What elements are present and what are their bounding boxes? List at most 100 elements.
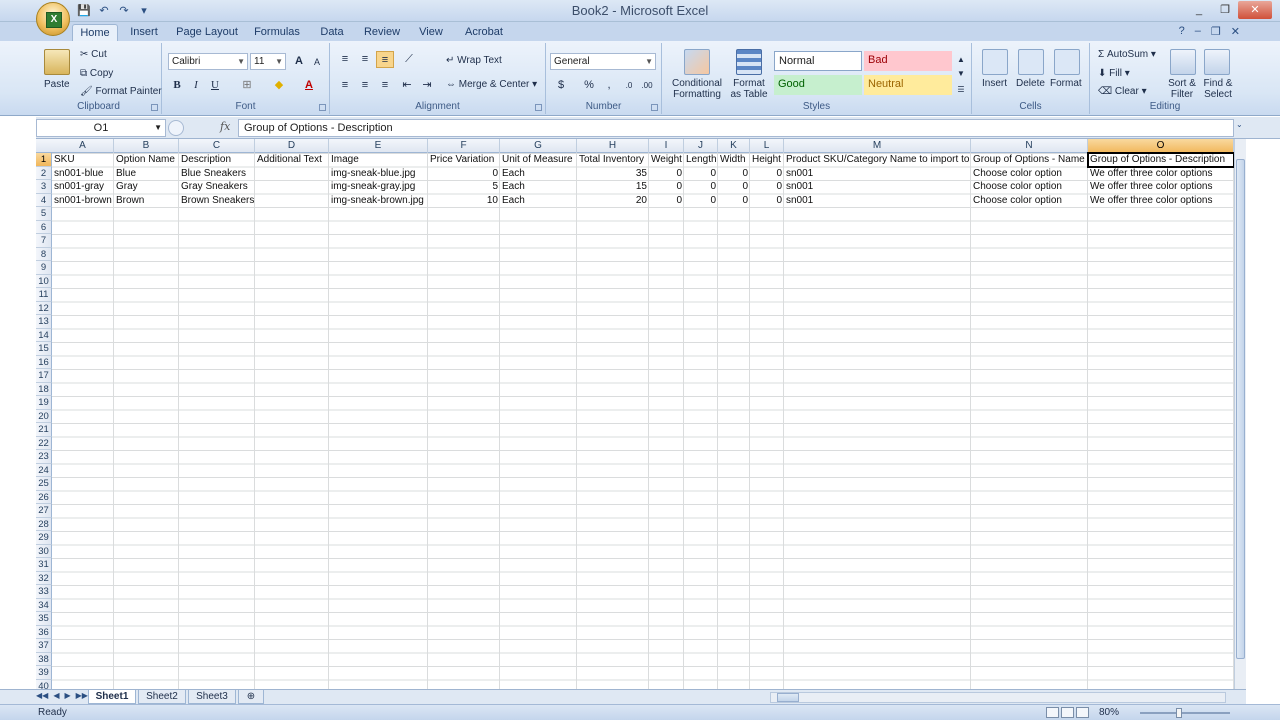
horizontal-scrollbar[interactable] [770, 692, 1226, 703]
tab-data[interactable]: Data [316, 24, 348, 42]
row-header[interactable]: 25 [36, 477, 52, 491]
insert-sheet-icon[interactable]: ⊕ [238, 690, 264, 704]
row-header[interactable]: 38 [36, 652, 52, 666]
tab-acrobat[interactable]: Acrobat [462, 24, 506, 42]
delete-cells-button[interactable]: Delete [1016, 78, 1045, 89]
row-header[interactable]: 7 [36, 234, 52, 248]
table-cell[interactable]: Gray [114, 180, 179, 194]
conditional-formatting-icon[interactable] [684, 49, 710, 75]
header-cell[interactable]: Product SKU/Category Name to import to [784, 153, 971, 167]
underline-button[interactable]: U [206, 77, 224, 94]
row-header[interactable]: 40 [36, 679, 52, 689]
number-format-select[interactable]: General ▼ [550, 53, 656, 70]
table-cell[interactable]: sn001-blue [52, 167, 114, 181]
formula-input[interactable]: Group of Options - Description [238, 119, 1234, 137]
insert-cells-icon[interactable] [982, 49, 1008, 75]
header-cell[interactable]: Option Name [114, 153, 179, 167]
row-header[interactable]: 28 [36, 517, 52, 531]
comma-button[interactable]: , [600, 77, 618, 94]
name-box[interactable]: O1 ▼ [36, 119, 166, 137]
table-cell[interactable]: 0 [428, 167, 500, 181]
header-cell[interactable]: Length [684, 153, 718, 167]
column-header[interactable]: M [784, 139, 971, 153]
expand-formula-bar-icon[interactable]: ⌄ [1236, 120, 1243, 129]
table-cell[interactable]: Each [500, 180, 577, 194]
horizontal-scroll-thumb[interactable] [777, 693, 799, 702]
clipboard-dialog-launcher[interactable] [151, 104, 158, 111]
row-header[interactable]: 18 [36, 382, 52, 396]
table-cell[interactable]: img-sneak-gray.jpg [329, 180, 428, 194]
row-header[interactable]: 31 [36, 558, 52, 572]
row-header[interactable]: 35 [36, 612, 52, 626]
binoculars-icon[interactable] [1204, 49, 1230, 75]
shrink-font-button[interactable]: A [308, 54, 326, 71]
row-header[interactable]: 8 [36, 247, 52, 261]
table-cell[interactable]: sn001 [784, 194, 971, 208]
table-cell[interactable]: 0 [718, 180, 750, 194]
table-cell[interactable]: sn001 [784, 180, 971, 194]
table-cell[interactable]: 10 [428, 194, 500, 208]
tab-home[interactable]: Home [72, 24, 118, 42]
table-cell[interactable]: 0 [649, 167, 684, 181]
align-middle-icon[interactable]: ≡ [356, 51, 374, 68]
decrease-indent-icon[interactable]: ⇤ [398, 77, 416, 94]
vertical-scrollbar[interactable] [1234, 139, 1246, 689]
table-cell[interactable]: 0 [684, 167, 718, 181]
header-cell[interactable]: Group of Options - Name [971, 153, 1088, 167]
header-cell[interactable]: Width [718, 153, 750, 167]
table-cell[interactable]: 0 [684, 180, 718, 194]
orientation-icon[interactable]: ⟋ [400, 51, 418, 68]
row-header[interactable]: 10 [36, 274, 52, 288]
format-painter-button[interactable]: 🖌 Format Painter [80, 86, 162, 97]
tab-insert[interactable]: Insert [126, 24, 162, 42]
table-cell[interactable]: We offer three color options [1088, 180, 1234, 194]
table-cell[interactable]: We offer three color options [1088, 167, 1234, 181]
close-button[interactable]: ✕ [1238, 1, 1272, 19]
page-layout-view-icon[interactable] [1061, 707, 1074, 718]
column-header[interactable]: H [577, 139, 649, 153]
copy-button[interactable]: ⧉ Copy [80, 68, 113, 79]
format-cells-icon[interactable] [1054, 49, 1080, 75]
font-size-select[interactable]: 11 ▼ [250, 53, 286, 70]
number-dialog-launcher[interactable] [651, 104, 658, 111]
alignment-dialog-launcher[interactable] [535, 104, 542, 111]
conditional-formatting-button[interactable]: Conditional Formatting [668, 78, 726, 100]
zoom-slider[interactable] [1140, 712, 1230, 714]
sheet-tab-3[interactable]: Sheet3 [188, 690, 236, 704]
row-header[interactable]: 39 [36, 666, 52, 680]
formula-bar-toggle-icon[interactable] [168, 120, 184, 136]
italic-button[interactable]: I [187, 77, 205, 94]
tab-page-layout[interactable]: Page Layout [176, 24, 238, 42]
table-cell[interactable]: img-sneak-brown.jpg [329, 194, 428, 208]
table-cell[interactable]: 35 [577, 167, 649, 181]
style-bad[interactable]: Bad [864, 51, 952, 71]
table-cell[interactable]: sn001 [784, 167, 971, 181]
align-top-icon[interactable]: ≡ [336, 51, 354, 68]
align-bottom-icon[interactable]: ≡ [376, 51, 394, 68]
ribbon-restore-icon[interactable]: ❐ [1211, 25, 1221, 38]
font-color-icon[interactable]: A [300, 77, 318, 94]
align-center-icon[interactable]: ≡ [356, 77, 374, 94]
vertical-scroll-thumb[interactable] [1236, 159, 1245, 659]
column-header[interactable]: N [971, 139, 1088, 153]
row-header[interactable]: 5 [36, 207, 52, 221]
sort-filter-button[interactable]: Sort & Filter [1164, 78, 1200, 100]
format-as-table-button[interactable]: Format as Table [728, 78, 770, 100]
font-dialog-launcher[interactable] [319, 104, 326, 111]
row-header[interactable]: 37 [36, 639, 52, 653]
borders-icon[interactable]: ⊞ [238, 77, 256, 94]
row-header[interactable]: 13 [36, 315, 52, 329]
table-cell[interactable]: 0 [649, 180, 684, 194]
style-good[interactable]: Good [774, 75, 862, 95]
row-header[interactable]: 6 [36, 220, 52, 234]
row-header[interactable]: 27 [36, 504, 52, 518]
row-header[interactable]: 16 [36, 355, 52, 369]
table-cell[interactable]: sn001-brown [52, 194, 114, 208]
column-header[interactable]: J [684, 139, 718, 153]
table-cell[interactable]: Blue Sneakers [179, 167, 255, 181]
column-header[interactable]: L [750, 139, 784, 153]
fill-color-icon[interactable]: ◆ [270, 77, 288, 94]
row-header[interactable]: 19 [36, 396, 52, 410]
table-cell[interactable]: sn001-gray [52, 180, 114, 194]
table-cell[interactable]: Choose color option [971, 180, 1088, 194]
